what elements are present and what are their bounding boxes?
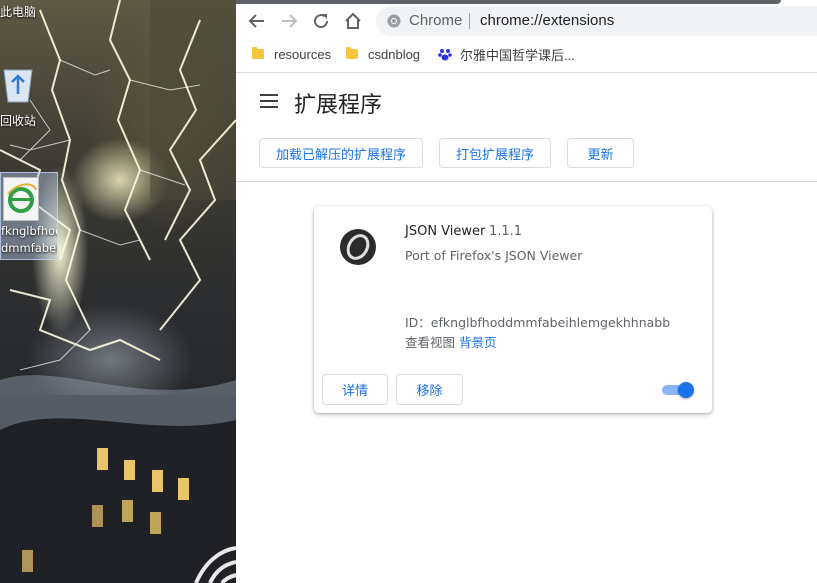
extension-version: 1.1.1 [489,224,523,239]
menu-icon[interactable] [260,94,278,108]
folder-icon [346,47,358,59]
omnibox-divider [469,13,470,29]
arrow-left-icon [248,14,264,28]
pack-extension-button[interactable]: 打包扩展程序 [439,138,551,168]
extension-name: JSON Viewer [405,224,486,239]
details-button[interactable]: 详情 [322,374,388,405]
file-label-line2: dmmfabeih... [1,241,57,255]
back-button[interactable] [246,10,268,32]
bookmark-label: csdnblog [368,46,421,62]
reload-button[interactable] [310,10,332,32]
baidu-paw-icon [438,49,452,61]
tab-strip-edge [236,0,781,4]
page-title: 扩展程序 [294,93,383,118]
toggle-knob [678,382,694,398]
bookmark-erya[interactable]: 尔雅中国哲学课后... [438,44,575,64]
enable-toggle[interactable] [662,382,694,398]
inspect-views: 查看视图 背景页 [405,332,497,351]
update-button[interactable]: 更新 [567,138,634,168]
browser-window: Chrome chrome://extensions resources csd… [236,0,817,583]
extension-description: Port of Firefox's JSON Viewer [405,248,583,263]
bookmarks-bar: resources csdnblog 尔雅中国哲学课后... [236,40,817,68]
chrome-logo-icon [387,14,401,28]
load-unpacked-button[interactable]: 加载已解压的扩展程序 [259,138,423,168]
extensions-header: 扩展程序 加载已解压的扩展程序 打包扩展程序 更新 [236,72,817,182]
background-page-link[interactable]: 背景页 [459,335,497,350]
extension-id: ID：efknglbfhoddmmfabeihlemgekhhnabb [405,315,671,330]
desktop-file-item[interactable]: fknglbfhod dmmfabeih... [0,172,58,260]
forward-button[interactable] [278,10,300,32]
omnibox-url[interactable]: chrome://extensions [480,12,614,29]
extension-card: JSON Viewer 1.1.1 Port of Firefox's JSON… [314,206,712,413]
desktop-wallpaper: 此电脑 回收站 fknglbfhod dmmfabeih... [0,0,236,583]
ie-file-icon [3,177,39,221]
file-label-line1: fknglbfhod [1,224,57,238]
remove-button[interactable]: 移除 [396,374,463,405]
bookmark-resources[interactable]: resources [252,44,331,64]
this-pc-label[interactable]: 此电脑 [0,3,36,20]
recycle-bin-label[interactable]: 回收站 [0,112,36,129]
bookmark-csdnblog[interactable]: csdnblog [346,44,420,64]
reload-icon [314,14,329,29]
arrow-right-icon [282,14,298,28]
bookmark-label: 尔雅中国哲学课后... [460,47,575,63]
omnibox-scheme-label: Chrome [409,12,463,29]
browser-toolbar: Chrome chrome://extensions resources csd… [236,0,817,73]
recycle-bin-icon[interactable] [0,64,36,104]
home-button[interactable] [342,10,364,32]
json-viewer-logo-icon [340,229,376,265]
folder-icon [252,47,264,59]
address-bar[interactable]: Chrome chrome://extensions [376,6,817,36]
bookmark-label: resources [274,46,332,62]
home-icon [345,12,361,29]
inspect-views-label: 查看视图 [405,335,456,350]
